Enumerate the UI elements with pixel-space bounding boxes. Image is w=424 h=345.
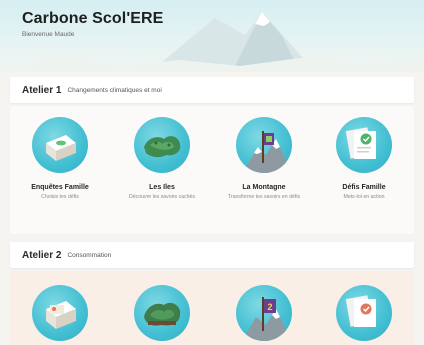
- activity-description: Choisis tes défis: [41, 194, 79, 200]
- activity-card-enquetes-famille[interactable]: Enquêtes Famille Choisis tes défis: [12, 117, 108, 200]
- workshop-2-activities: 2: [10, 271, 414, 345]
- workshop-subtitle: Changements climatiques et moi: [67, 86, 162, 94]
- islands-icon: [134, 285, 190, 341]
- document-check-icon: [336, 117, 392, 173]
- activity-card-la-montagne[interactable]: La Montagne Transforme tes savoirs en dé…: [216, 117, 312, 200]
- workshop-title: Atelier 2: [22, 249, 62, 261]
- app-title: Carbone Scol'ERE: [22, 10, 164, 27]
- welcome-message: Bienvenue Maude: [22, 31, 75, 38]
- islands-icon: [134, 117, 190, 173]
- workshop-2-header: Atelier 2 Consommation: [10, 242, 414, 268]
- activity-card-les-iles[interactable]: Les Iles Découvre les savoirs cachés: [114, 117, 210, 200]
- document-check-icon: [336, 285, 392, 341]
- activity-label: Enquêtes Famille: [31, 184, 89, 191]
- activity-card-documents[interactable]: [316, 285, 412, 341]
- mountain-flag-icon: [236, 117, 292, 173]
- activity-description: Transforme tes savoirs en défis: [227, 194, 301, 200]
- activity-card-defis-famille[interactable]: Défis Famille Mets-toi en action: [316, 117, 412, 200]
- activity-card-islands[interactable]: [114, 285, 210, 341]
- workshop-title: Atelier 1: [22, 84, 62, 96]
- workshop-1-activities: Enquêtes Famille Choisis tes défis Les I…: [10, 106, 414, 234]
- activity-card-mountain[interactable]: 2: [216, 285, 312, 341]
- box-icon: [32, 285, 88, 341]
- activity-label: Défis Famille: [342, 184, 386, 191]
- activity-card-box[interactable]: [12, 285, 108, 341]
- flag-number: 2: [267, 302, 272, 312]
- activity-description: Mets-toi en action: [343, 194, 385, 200]
- box-icon: [32, 117, 88, 173]
- activity-label: Les Iles: [149, 184, 175, 191]
- mountain-flag-icon: 2: [236, 285, 292, 341]
- activity-label: La Montagne: [242, 184, 286, 191]
- activity-description: Découvre les savoirs cachés: [128, 194, 196, 200]
- workshop-1-header: Atelier 1 Changements climatiques et moi: [10, 77, 414, 103]
- page-header: Carbone Scol'ERE Bienvenue Maude: [0, 0, 424, 72]
- workshop-subtitle: Consommation: [67, 251, 112, 259]
